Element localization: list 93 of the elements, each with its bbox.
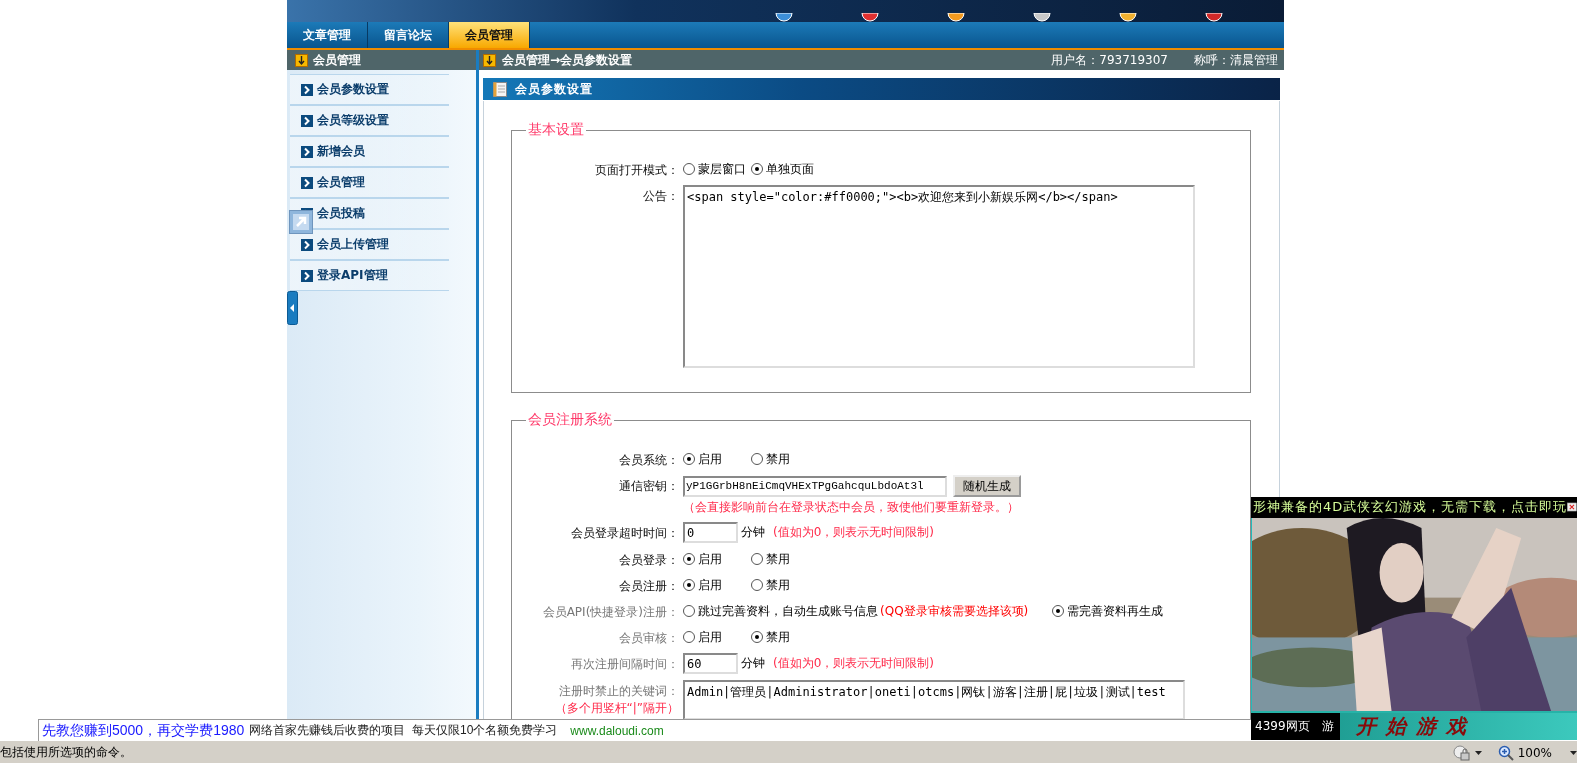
ad-headline-link[interactable]: 先教您赚到5000，再交学费1980 [42, 721, 245, 740]
ad-brand: 4399网页 [1255, 718, 1310, 735]
sidebar-item[interactable]: 登录API管理 [290, 260, 449, 291]
username-label: 用户名：793719307 [1051, 51, 1168, 69]
field-label: 再次注册间隔时间： [570, 656, 679, 673]
sidebar-item[interactable]: 会员等级设置 [290, 105, 449, 136]
radio-option[interactable]: 启用 [683, 576, 751, 594]
breadcrumb: 会员管理→会员参数设置 [502, 51, 633, 69]
radio-option[interactable]: 禁用 [751, 576, 819, 594]
shortcut-icon[interactable] [289, 210, 313, 234]
radio-option[interactable]: 禁用 [751, 550, 819, 568]
field-label: 会员系统： [618, 452, 679, 469]
ad-text: 网络首家先赚钱后收费的项目 每天仅限10个名额免费学习 [249, 722, 558, 739]
radio-option[interactable]: 跳过完善资料，自动生成账号信息 [683, 602, 878, 620]
panel-title: 会员参数设置 [515, 80, 593, 98]
number-field[interactable]: 60 [683, 653, 738, 674]
keywords-field[interactable]: Admin|管理员|Administrator|oneti|otcms|网钛|游客|注册|屁|垃圾|测试|test [683, 680, 1185, 720]
sidebar-title: 会员管理 [313, 51, 361, 69]
sidebar-item[interactable]: 会员上传管理 [290, 229, 449, 260]
unit-label: 分钟 [741, 655, 765, 672]
collapse-handle[interactable] [287, 291, 298, 325]
radio-option[interactable]: 禁用 [751, 628, 819, 646]
sidebar-item[interactable]: 新增会员 [290, 136, 449, 167]
radio-button[interactable] [683, 553, 695, 565]
field-label: 会员审核： [618, 630, 679, 647]
toolbar-icon[interactable] [1033, 13, 1051, 22]
generate-button[interactable]: 随机生成 [953, 475, 1021, 497]
radio-option[interactable]: 单独页面 [751, 160, 819, 178]
radio-button[interactable] [751, 553, 763, 565]
dropdown-caret-icon[interactable] [1474, 750, 1482, 755]
field-label: 会员登录： [618, 552, 679, 569]
field-label: 会员登录超时时间： [570, 525, 679, 542]
field-label: 注册时禁止的关键词： [559, 683, 679, 700]
sidebar-item[interactable]: 会员参数设置 [290, 74, 449, 105]
radio-option[interactable]: 禁用 [751, 450, 819, 468]
status-message: 包括使用所选项的命令。 [0, 744, 133, 761]
radio-button[interactable] [751, 163, 763, 175]
toolbar-icon[interactable] [1205, 13, 1223, 22]
chevron-icon [301, 83, 313, 96]
field-label: 会员注册： [618, 578, 679, 595]
field-hint: （多个用竖杆“|”隔开） [554, 700, 679, 717]
radio-button[interactable] [751, 631, 763, 643]
radio-option[interactable]: 启用 [683, 550, 751, 568]
sidebar-item[interactable]: 会员投稿 [290, 198, 449, 229]
ad-url-link[interactable]: www.daloudi.com [570, 723, 664, 738]
radio-button[interactable] [683, 453, 695, 465]
zoom-icon[interactable] [1497, 744, 1514, 761]
field-note: (值如为0，则表示无时间限制) [773, 524, 934, 541]
ad-ticker: 形神兼备的4D武侠玄幻游戏，无需下载，点击即玩 [1253, 498, 1568, 517]
radio-button[interactable] [751, 453, 763, 465]
key-field[interactable]: yP1GGrbH8nEiCmqVHExTPgGahcquLbdoAt3l [683, 475, 947, 497]
radio-button[interactable] [683, 605, 695, 617]
nickname-label: 称呼：清晨管理 [1194, 51, 1278, 69]
dropdown-caret-icon[interactable] [1570, 750, 1577, 755]
field-label: 页面打开模式： [594, 162, 679, 179]
unit-label: 分钟 [741, 524, 765, 541]
radio-option[interactable]: 需完善资料再生成 [1052, 602, 1164, 620]
start-game-link[interactable]: 开始游戏 [1339, 713, 1476, 740]
chevron-icon [301, 269, 313, 282]
radio-option[interactable]: 启用 [683, 628, 751, 646]
announcement-field[interactable]: <span style="color:#ff0000;"><b>欢迎您来到小新娱乐网</b></span> [683, 185, 1195, 368]
toolbar-icon[interactable] [861, 13, 879, 22]
radio-button[interactable] [683, 631, 695, 643]
radio-option[interactable]: 蒙层窗口 [683, 160, 751, 178]
number-field[interactable]: 0 [683, 522, 738, 543]
toolbar-icon[interactable] [1119, 13, 1137, 22]
radio-button[interactable] [683, 163, 695, 175]
radio-option[interactable]: 启用 [683, 450, 751, 468]
nav-tab[interactable]: 文章管理 [287, 22, 368, 48]
chevron-icon [301, 114, 313, 127]
field-note: (值如为0，则表示无时间限制) [773, 655, 934, 672]
chevron-icon [301, 145, 313, 158]
down-arrow-icon [483, 53, 496, 67]
nav-tab[interactable]: 会员管理 [448, 22, 530, 48]
notebook-icon [493, 81, 507, 97]
field-note: (QQ登录审核需要选择该项) [880, 602, 1029, 620]
field-label: 会员API(快捷登录)注册： [541, 604, 679, 621]
field-label: 公告： [642, 188, 679, 205]
toolbar-icon[interactable] [775, 13, 793, 22]
sidebar-item[interactable]: 会员管理 [290, 167, 449, 198]
group-legend: 会员注册系统 [526, 411, 614, 429]
field-note: （会直接影响前台在登录状态中会员，致使他们要重新登录。） [683, 499, 1020, 516]
radio-button[interactable] [683, 579, 695, 591]
chevron-icon [301, 238, 313, 251]
chevron-icon [301, 176, 313, 189]
ad-tag: 游 [1321, 718, 1334, 735]
down-arrow-icon [295, 53, 308, 67]
zoom-level: 100% [1517, 745, 1552, 760]
field-label: 通信密钥： [618, 478, 679, 495]
toolbar-icon[interactable] [947, 13, 965, 22]
group-legend: 基本设置 [526, 121, 586, 139]
radio-button[interactable] [751, 579, 763, 591]
radio-button[interactable] [1052, 605, 1065, 617]
